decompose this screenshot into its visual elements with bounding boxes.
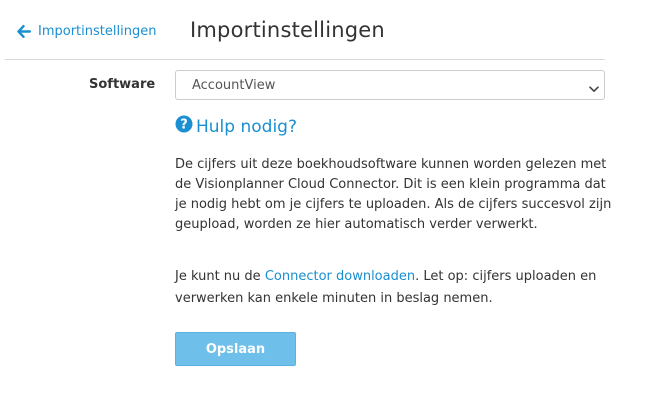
connector-info-text: De cijfers uit deze boekhoudsoftware kun…: [175, 157, 612, 232]
back-link[interactable]: Importinstellingen: [17, 24, 156, 39]
connector-download-link[interactable]: Connector downloaden: [265, 269, 415, 284]
question-circle-icon: ?: [175, 115, 193, 138]
download-info-text: Je kunt nu de Connector downloaden. Let …: [175, 266, 615, 310]
arrow-left-icon: [17, 25, 31, 38]
software-label: Software: [89, 77, 156, 92]
save-button[interactable]: Opslaan: [175, 332, 296, 366]
help-link-label: Hulp nodig?: [196, 116, 297, 137]
software-select[interactable]: AccountView: [175, 70, 605, 100]
software-select-value: AccountView: [192, 77, 276, 93]
svg-text:?: ?: [180, 118, 188, 133]
back-link-label: Importinstellingen: [38, 24, 157, 39]
import-settings-page: Importinstellingen Importinstellingen So…: [0, 0, 665, 398]
download-info-prefix: Je kunt nu de: [175, 269, 261, 284]
chevron-down-icon: [589, 82, 599, 97]
page-title: Importinstellingen: [190, 18, 385, 42]
help-link[interactable]: ? Hulp nodig?: [175, 115, 297, 138]
header-divider: [5, 59, 605, 60]
